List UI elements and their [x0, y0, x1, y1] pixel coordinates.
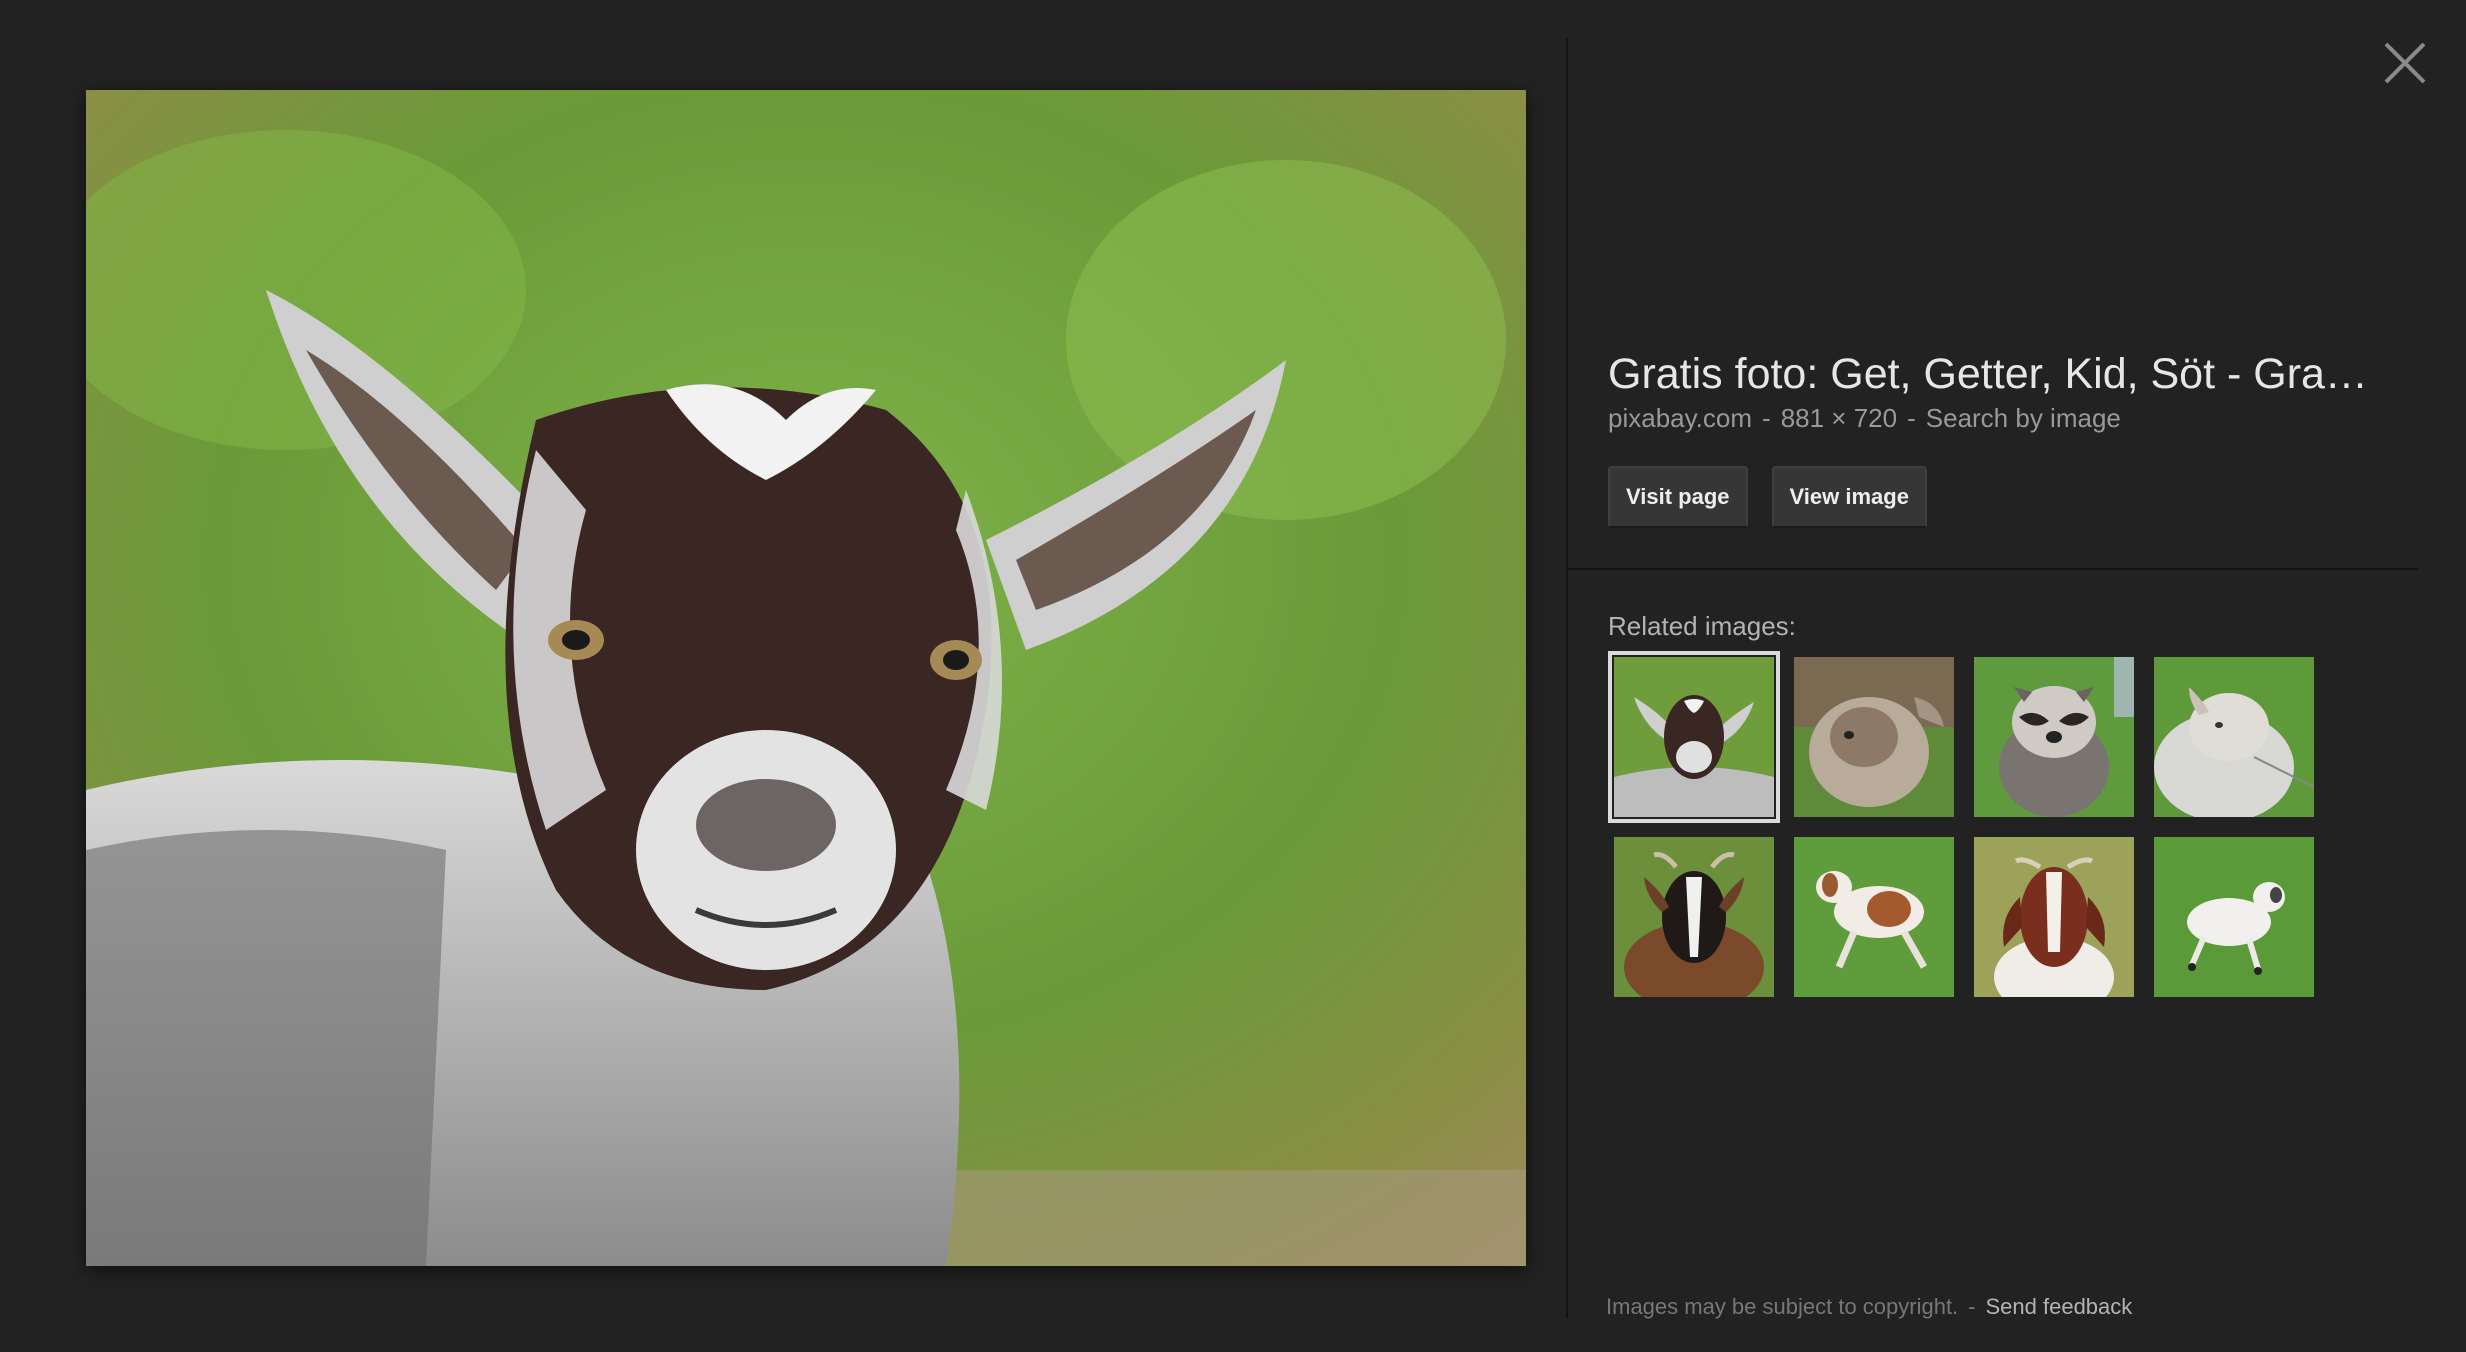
- image-dimensions: 881 × 720: [1780, 403, 1898, 433]
- close-icon: [2384, 42, 2426, 84]
- related-thumb-goat-grass[interactable]: [1794, 657, 1954, 817]
- visit-page-button[interactable]: Visit page: [1608, 466, 1748, 528]
- image-viewer: Gratis foto: Get, Getter, Kid, Söt - Gra…: [0, 0, 2466, 1352]
- copyright-notice: Images may be subject to copyright.: [1606, 1294, 1959, 1319]
- source-link[interactable]: pixabay.com: [1608, 403, 1752, 433]
- meta-separator: -: [1762, 403, 1771, 433]
- image-title[interactable]: Gratis foto: Get, Getter, Kid, Söt - Gra…: [1608, 346, 2388, 402]
- action-buttons: Visit page View image: [1608, 466, 1927, 528]
- related-thumb-white-goat-kid[interactable]: [2154, 837, 2314, 997]
- footer-separator: -: [1968, 1294, 1976, 1319]
- section-divider: [1568, 568, 2418, 570]
- search-by-image-link[interactable]: Search by image: [1926, 403, 2121, 433]
- main-image[interactable]: [86, 90, 1526, 1266]
- image-meta: pixabay.com -881 × 720- Search by image: [1608, 400, 2121, 436]
- related-thumb-white-goat[interactable]: [2154, 657, 2314, 817]
- related-images-label: Related images:: [1608, 611, 1796, 641]
- thumb-white-goat-kid-image: [2154, 837, 2314, 997]
- panel-divider: [1566, 38, 1568, 1318]
- thumb-boer-goat-image: [1974, 837, 2134, 997]
- thumb-goat-kid-image: [1614, 657, 1774, 817]
- send-feedback-link[interactable]: Send feedback: [1986, 1294, 2133, 1319]
- thumb-goat-grass-image: [1794, 657, 1954, 817]
- thumb-brown-goat-image: [1614, 837, 1774, 997]
- close-button[interactable]: [2380, 38, 2430, 88]
- footer: Images may be subject to copyright. - Send…: [1606, 1292, 2132, 1322]
- related-thumb-jumping-goat[interactable]: [1794, 837, 1954, 997]
- thumb-raccoon-image: [1974, 657, 2134, 817]
- meta-separator: -: [1907, 403, 1916, 433]
- related-thumb-boer-goat[interactable]: [1974, 837, 2134, 997]
- thumb-white-goat-image: [2154, 657, 2314, 817]
- view-image-button[interactable]: View image: [1771, 466, 1927, 528]
- related-thumb-raccoon[interactable]: [1974, 657, 2134, 817]
- goat-photo: [86, 90, 1526, 1266]
- related-thumb-brown-goat[interactable]: [1614, 837, 1774, 997]
- related-thumb-goat-kid[interactable]: [1608, 651, 1780, 823]
- thumb-jumping-goat-image: [1794, 837, 1954, 997]
